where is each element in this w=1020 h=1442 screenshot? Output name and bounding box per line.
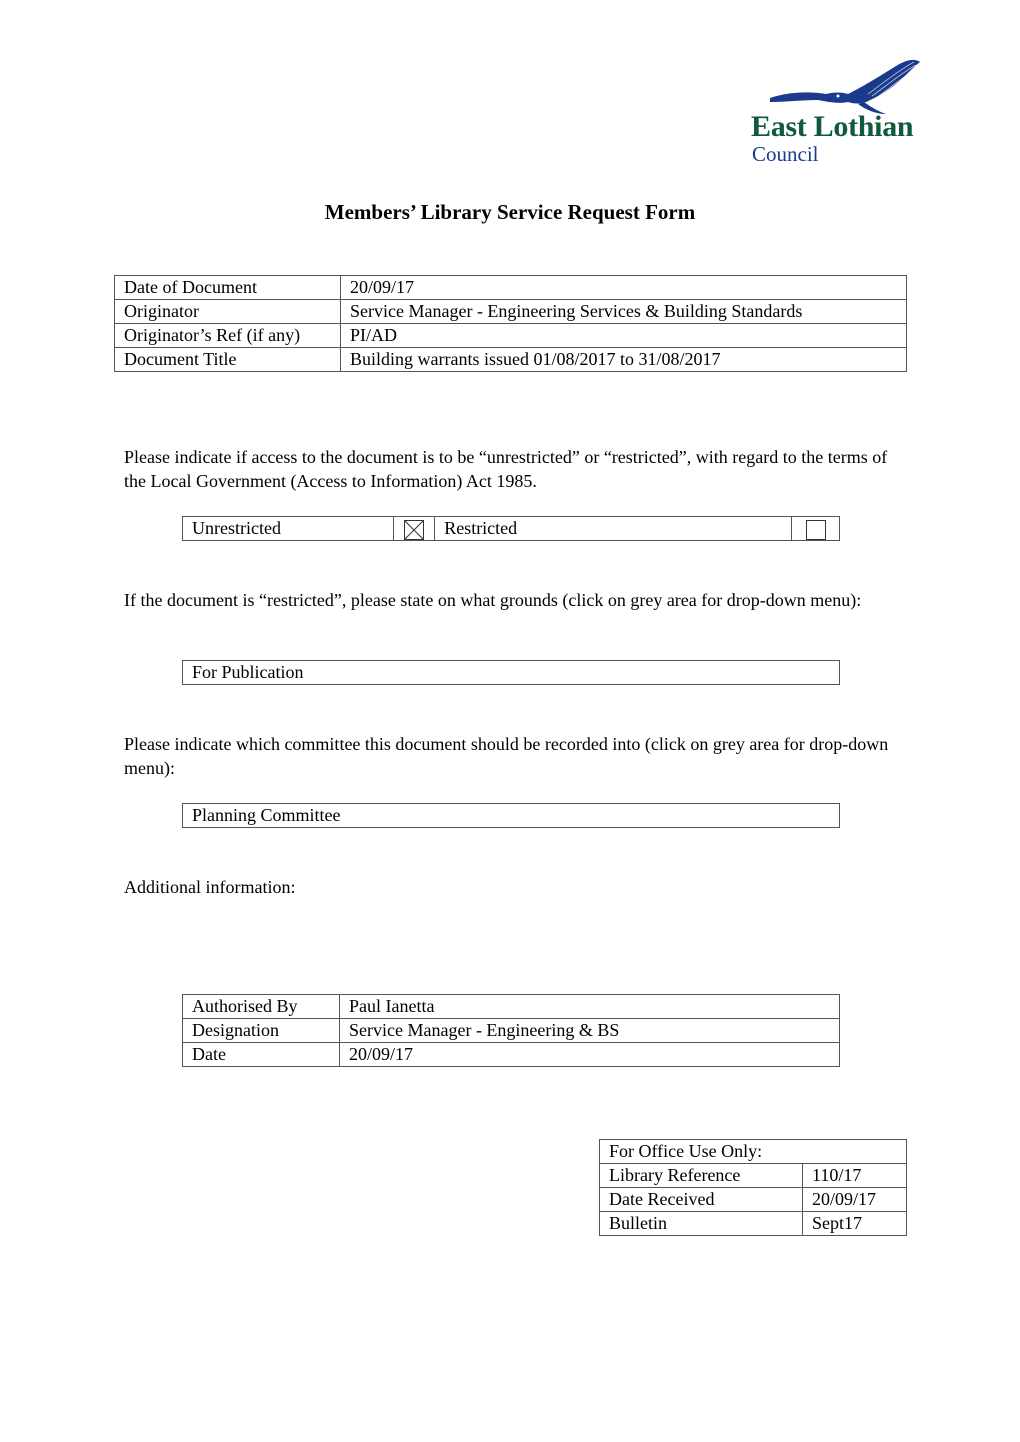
table-row: Originator Service Manager - Engineering…: [114, 299, 907, 324]
council-logo: East Lothian Council: [748, 58, 953, 168]
restricted-checkbox-cell[interactable]: [791, 515, 840, 542]
document-title-label: Document Title: [114, 347, 341, 372]
table-row: For Office Use Only:: [599, 1139, 907, 1164]
committee-dropdown[interactable]: Planning Committee: [182, 803, 840, 828]
restricted-checkbox[interactable]: [805, 520, 826, 541]
document-details-table: Date of Document 20/09/17 Originator Ser…: [114, 275, 907, 372]
office-use-table: For Office Use Only: Library Reference 1…: [599, 1139, 907, 1236]
library-reference-label: Library Reference: [599, 1163, 803, 1188]
council-sub: Council: [752, 142, 819, 166]
originator-label: Originator: [114, 299, 341, 324]
restricted-label: Restricted: [434, 515, 793, 542]
designation-value[interactable]: Service Manager - Engineering & BS: [339, 1018, 840, 1043]
unrestricted-checkbox[interactable]: [404, 520, 425, 541]
table-row: Document Title Building warrants issued …: [114, 347, 907, 372]
access-instruction: Please indicate if access to the documen…: [124, 447, 888, 491]
unrestricted-checkbox-cell[interactable]: [392, 515, 436, 542]
table-row: Bulletin Sept17: [599, 1211, 907, 1236]
table-row: Authorised By Paul Ianetta: [182, 994, 840, 1019]
date-of-document-label: Date of Document: [114, 275, 341, 300]
authorised-by-label: Authorised By: [182, 994, 340, 1019]
access-table: Unrestricted Restricted: [182, 515, 840, 542]
table-row: Date Received 20/09/17: [599, 1187, 907, 1212]
date-label: Date: [182, 1042, 340, 1067]
table-row: Designation Service Manager - Engineerin…: [182, 1018, 840, 1043]
originator-ref-label: Originator’s Ref (if any): [114, 323, 341, 348]
checked-x-icon: [405, 521, 424, 540]
page-title: Members’ Library Service Request Form: [324, 200, 696, 224]
designation-label: Designation: [182, 1018, 340, 1043]
table-row: Unrestricted Restricted: [182, 515, 840, 542]
originator-ref-value[interactable]: PI/AD: [340, 323, 907, 348]
committee-instruction: Please indicate which committee this doc…: [124, 734, 889, 778]
office-use-header: For Office Use Only:: [599, 1139, 907, 1164]
unrestricted-label: Unrestricted: [182, 515, 394, 542]
grounds-dropdown[interactable]: For Publication: [182, 660, 840, 685]
authorised-by-value[interactable]: Paul Ianetta: [339, 994, 840, 1019]
table-row: Date 20/09/17: [182, 1042, 840, 1067]
council-name: East Lothian: [751, 110, 914, 143]
bulletin-label: Bulletin: [599, 1211, 803, 1236]
originator-value[interactable]: Service Manager - Engineering Services &…: [340, 299, 907, 324]
date-received-value[interactable]: 20/09/17: [802, 1187, 907, 1212]
table-row: Originator’s Ref (if any) PI/AD: [114, 323, 907, 348]
authorisation-table: Authorised By Paul Ianetta Designation S…: [182, 994, 840, 1067]
date-of-document-value[interactable]: 20/09/17: [340, 275, 907, 300]
date-received-label: Date Received: [599, 1187, 803, 1212]
additional-info-label: Additional information:: [124, 877, 296, 897]
table-row: Library Reference 110/17: [599, 1163, 907, 1188]
library-reference-value[interactable]: 110/17: [802, 1163, 907, 1188]
bulletin-value[interactable]: Sept17: [802, 1211, 907, 1236]
eagle-icon: [770, 59, 920, 114]
document-title-value[interactable]: Building warrants issued 01/08/2017 to 3…: [340, 347, 907, 372]
grounds-instruction: If the document is “restricted”, please …: [124, 590, 862, 610]
date-value[interactable]: 20/09/17: [339, 1042, 840, 1067]
table-row: Date of Document 20/09/17: [114, 275, 907, 300]
